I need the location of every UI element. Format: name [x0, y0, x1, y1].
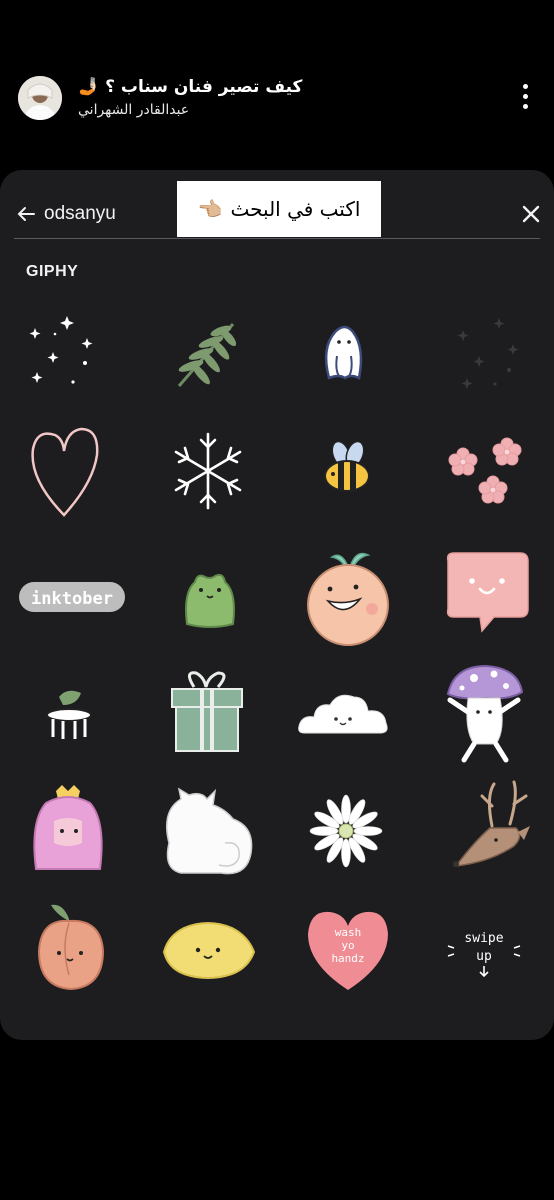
sticker-heart-outline[interactable]	[4, 416, 124, 526]
peach-icon	[37, 904, 105, 991]
cloud-icon	[298, 694, 388, 734]
sticker-heart-wash-hands[interactable]: wash yo handz	[288, 894, 408, 1004]
inktober-badge: inktober	[19, 582, 125, 612]
avatar[interactable]	[18, 76, 62, 120]
sticker-ghost-bunny[interactable]	[284, 298, 404, 408]
white-cat-icon	[166, 787, 253, 875]
sticker-green-frog[interactable]	[150, 542, 270, 652]
inktober-text: inktober	[31, 589, 113, 609]
heart-text-line3: handz	[331, 952, 364, 965]
overlay-caption-text: اكتب في البحث	[230, 197, 361, 221]
mushroom-icon	[446, 664, 524, 763]
sticker-snowflake[interactable]	[148, 416, 268, 526]
sticker-speech-bubble[interactable]	[426, 542, 546, 652]
heart-outline-icon	[31, 427, 99, 517]
sticker-princess-bubblegum[interactable]	[8, 776, 128, 886]
sticker-tiny-stool[interactable]	[8, 660, 128, 770]
giphy-section-label: GIPHY	[26, 263, 79, 280]
sparkles-icon	[29, 316, 93, 384]
up-text: up	[476, 949, 492, 964]
sticker-white-cat[interactable]	[146, 776, 266, 886]
sticker-panel: odsanyu اكتب في البحث 👈🏼 GIPHY inktober …	[0, 170, 554, 1040]
search-input[interactable]: odsanyu	[44, 203, 116, 225]
story-author[interactable]: عبدالقادر الشهراني	[78, 102, 458, 118]
lemon-icon	[162, 922, 256, 979]
sticker-inktober[interactable]: inktober	[12, 542, 132, 652]
snowflake-icon	[174, 432, 242, 510]
princess-bubblegum-icon	[33, 785, 103, 870]
swipe-up-icon: swipe up	[447, 931, 521, 978]
heart-text-line2: yo	[341, 939, 354, 952]
sticker-mushroom[interactable]	[424, 660, 544, 770]
bee-icon	[324, 440, 370, 492]
avatar-image	[18, 76, 62, 120]
heart-wash-hands-icon: wash yo handz	[308, 911, 388, 990]
daisy-icon	[309, 794, 383, 868]
sticker-daisy[interactable]	[286, 776, 406, 886]
more-options-icon[interactable]	[516, 84, 534, 114]
tiny-stool-icon	[46, 690, 92, 739]
pink-flowers-icon	[448, 437, 522, 504]
faint-sparkles-icon	[457, 318, 519, 389]
back-arrow-icon[interactable]	[14, 202, 38, 226]
sticker-cloud[interactable]	[284, 660, 404, 770]
sticker-peach-creature[interactable]	[288, 542, 408, 652]
sticker-gift-box[interactable]	[146, 660, 266, 770]
overlay-caption: اكتب في البحث 👈🏼	[177, 181, 381, 237]
green-frog-icon	[185, 573, 235, 628]
sticker-bee[interactable]	[286, 416, 406, 526]
heart-text-line1: wash	[335, 926, 362, 939]
ghost-bunny-icon	[324, 325, 363, 380]
sticker-deer[interactable]	[424, 776, 544, 886]
fern-leaf-icon	[177, 323, 237, 387]
deer-icon	[453, 780, 530, 867]
sticker-swipe-up[interactable]: swipe up	[424, 894, 544, 1004]
sticker-sparkles[interactable]	[0, 298, 120, 408]
sticker-pink-flowers[interactable]	[426, 416, 546, 526]
swipe-text: swipe	[464, 931, 503, 946]
close-icon[interactable]	[520, 203, 542, 225]
search-underline	[14, 238, 540, 239]
story-header: كيف تصير فنان سناب ؟ 🤳🏻 عبدالقادر الشهرا…	[0, 0, 554, 160]
speech-bubble-icon	[446, 552, 529, 633]
pointing-hand-icon: 👈🏼	[197, 197, 223, 221]
sticker-fern-leaf[interactable]	[146, 298, 266, 408]
peach-creature-icon	[307, 552, 389, 646]
gift-box-icon	[171, 671, 243, 752]
story-title: كيف تصير فنان سناب ؟ 🤳🏻	[78, 77, 303, 97]
sticker-lemon[interactable]	[148, 894, 268, 1004]
sticker-peach[interactable]	[12, 894, 132, 1004]
sticker-faint-sparkles[interactable]	[424, 298, 544, 408]
